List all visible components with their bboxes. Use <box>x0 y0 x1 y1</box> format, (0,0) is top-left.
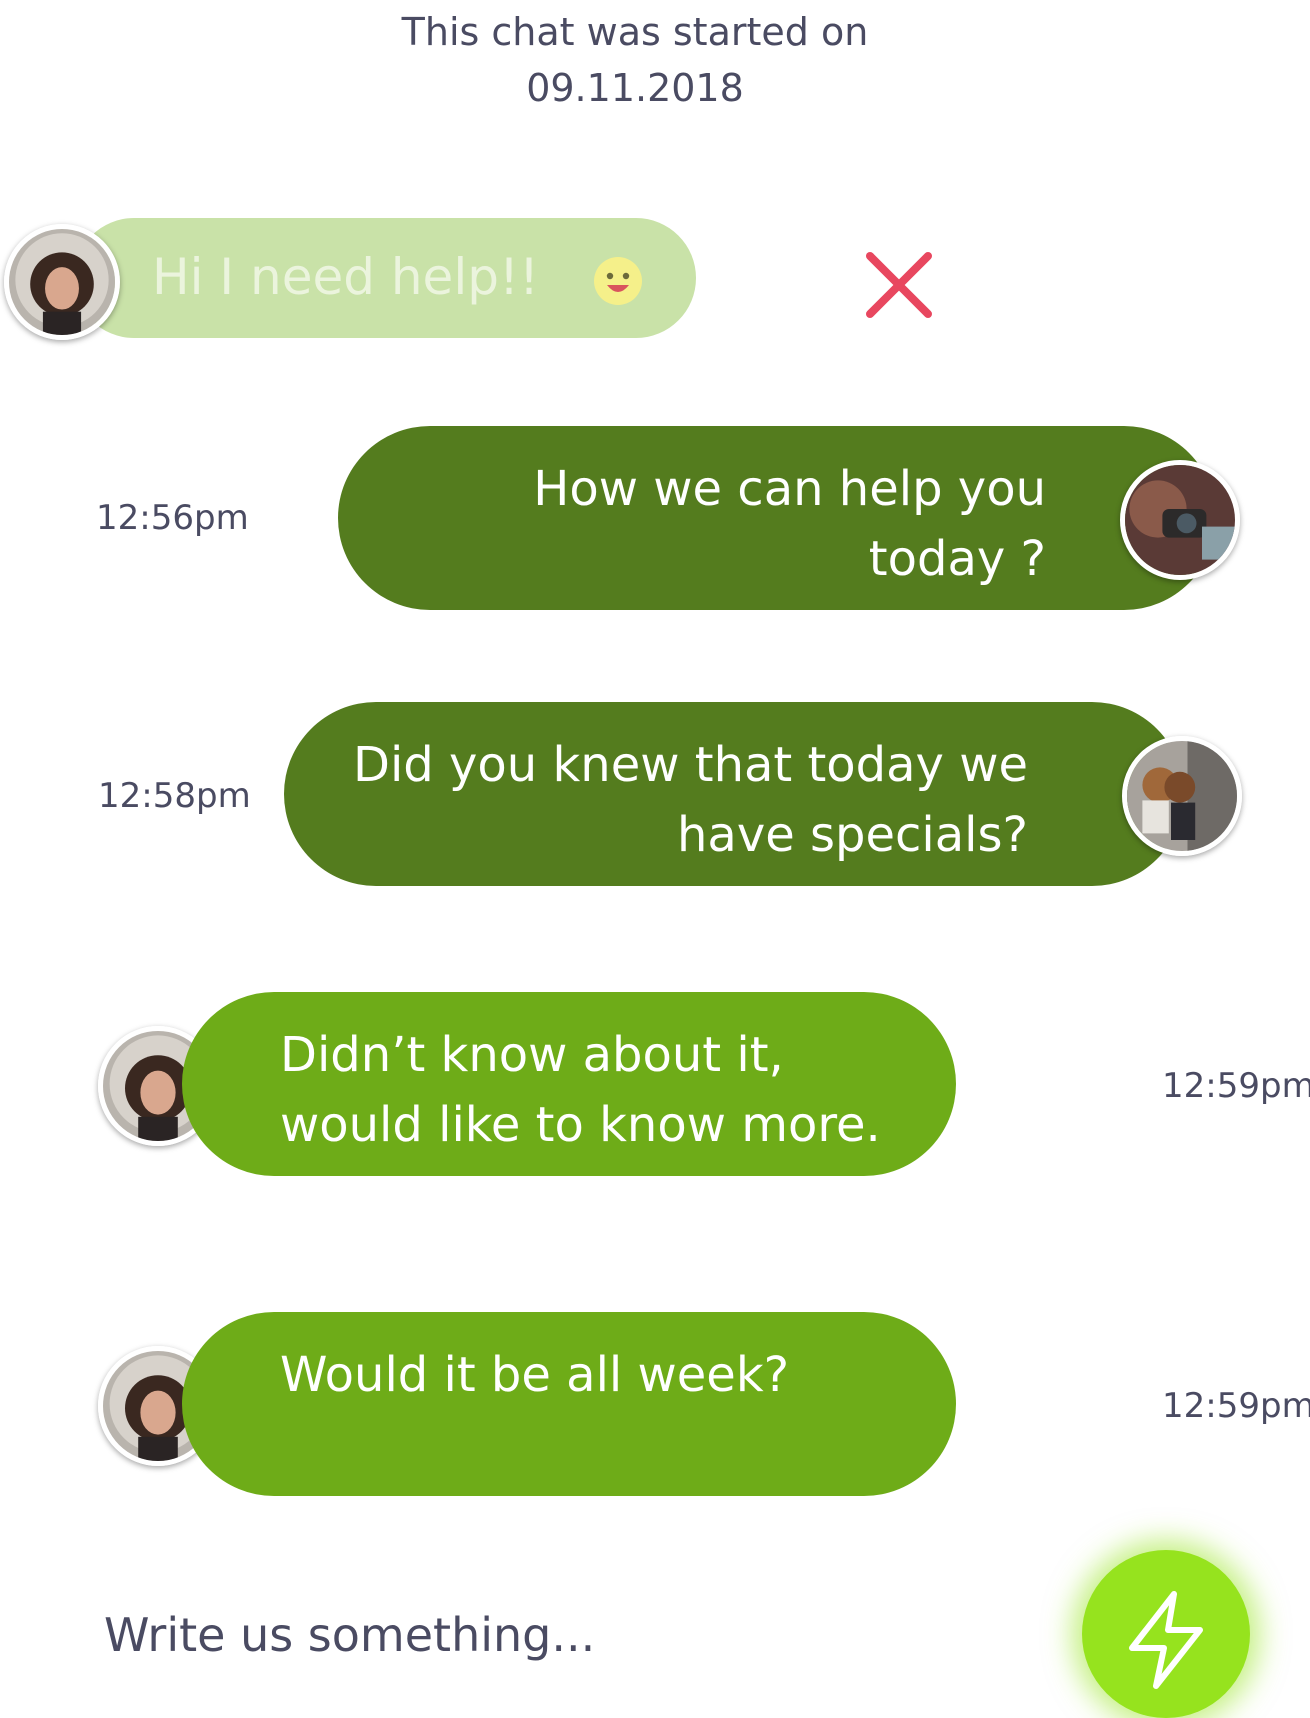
message-text-line: have specials? <box>677 807 1028 863</box>
user-avatar <box>4 224 120 340</box>
message-bubble-user: Didn’t know about it, would like to know… <box>182 992 956 1176</box>
message-text-line: Would it be all week? <box>280 1347 790 1403</box>
message-text-line: today ? <box>868 531 1046 587</box>
message-input[interactable] <box>104 1600 924 1670</box>
smile-emoji-icon <box>594 257 642 305</box>
agent-avatar <box>1122 736 1242 856</box>
message-timestamp: 12:56pm <box>96 498 249 538</box>
message-text-line: would like to know more. <box>280 1097 881 1153</box>
message-text-line: Didn’t know about it, <box>280 1027 784 1083</box>
message-timestamp: 12:59pm <box>1162 1386 1310 1426</box>
message-timestamp: 12:59pm <box>1162 1066 1310 1106</box>
chat-start-label: This chat was started on <box>401 10 869 54</box>
message-bubble-agent: How we can help you today ? <box>338 426 1216 610</box>
message-bubble-agent: Did you knew that today we have specials… <box>284 702 1184 886</box>
lightning-bolt-icon <box>1129 1591 1203 1689</box>
chat-start-date: 09.11.2018 <box>526 66 744 110</box>
close-icon[interactable] <box>862 248 936 322</box>
user-avatar-image <box>9 229 115 335</box>
agent-avatar <box>1120 460 1240 580</box>
message-timestamp: 12:58pm <box>98 776 251 816</box>
message-text-line: How we can help you <box>533 461 1046 517</box>
agent-avatar-image <box>1127 741 1237 851</box>
message-bubble-user: Would it be all week? <box>182 1312 956 1496</box>
send-button[interactable] <box>1082 1550 1250 1718</box>
chat-start-notice: This chat was started on 09.11.2018 <box>0 4 1270 116</box>
message-text-line: Did you knew that today we <box>353 737 1028 793</box>
agent-avatar-image <box>1125 465 1235 575</box>
